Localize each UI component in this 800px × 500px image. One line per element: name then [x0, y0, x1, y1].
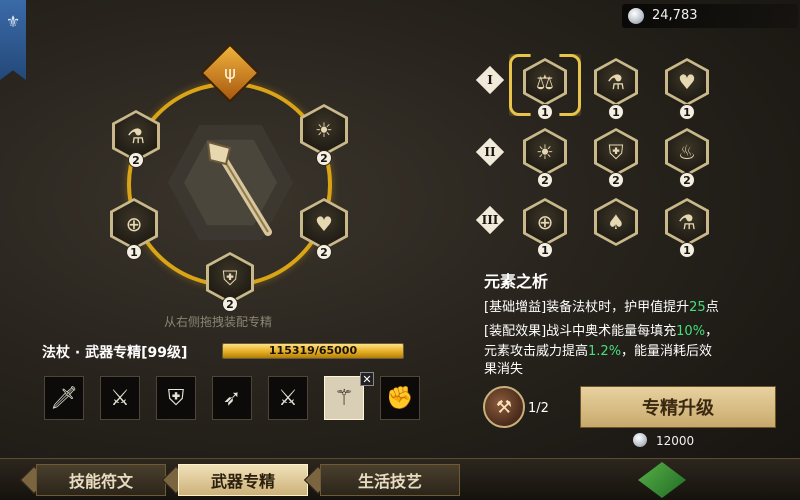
tier-label-3: III — [481, 213, 499, 227]
node-count-badge: 2 — [537, 172, 553, 188]
silver-coin-icon — [633, 433, 647, 447]
potion-icon: ⚗ — [607, 70, 625, 94]
detail-value: 10% — [676, 324, 706, 339]
close-icon[interactable]: ✕ — [360, 372, 374, 386]
short-sword-icon: ⚔ — [110, 385, 130, 411]
detail-line-4: 果消失 — [484, 362, 524, 377]
slot-count-badge: 2 — [316, 150, 332, 166]
detail-text: ， — [705, 324, 719, 339]
slot-count-badge: 1 — [126, 244, 142, 260]
node-count-badge: 2 — [679, 172, 695, 188]
tab-weapon-spec[interactable]: 武器专精 — [178, 464, 308, 496]
material-item-icon[interactable]: ⚒ — [483, 386, 525, 428]
spec-node-swimmer[interactable]: ♨ — [665, 128, 709, 176]
weapon-slot-crossed-swords[interactable]: ⚔ — [268, 376, 308, 420]
detail-text: [装配效果]战斗中奥术能量每填充 — [484, 324, 677, 339]
slot-count-badge: 2 — [222, 296, 238, 312]
silver-coin-icon — [628, 8, 644, 24]
trident-icon: ψ — [224, 62, 236, 84]
slot-count-badge: 2 — [128, 152, 144, 168]
weapon-slot-bow[interactable]: ➶ — [212, 376, 252, 420]
spec-node-potion[interactable]: ⚗ — [594, 58, 638, 106]
node-count-badge: 1 — [679, 104, 695, 120]
detail-value: 1.2% — [588, 344, 622, 359]
spec-node-locked[interactable]: ♠ — [594, 198, 638, 246]
gauntlet-icon: ✊ — [386, 385, 414, 411]
tab-life-skills[interactable]: 生活技艺 — [320, 464, 460, 496]
weapon-slot-short-sword[interactable]: ⚔ — [100, 376, 140, 420]
node-count-badge: 1 — [679, 242, 695, 258]
shield-icon: ⛨ — [608, 140, 624, 164]
slot-count-badge: 2 — [316, 244, 332, 260]
detail-text: 元素攻击威力提高 — [484, 344, 589, 359]
heart-icon: ♥ — [678, 70, 696, 94]
banner-emblem-icon: ⚜ — [5, 12, 21, 31]
material-count: 1/2 — [528, 401, 549, 416]
currency-value: 24,783 — [652, 8, 698, 23]
crosshair-icon: ⊕ — [536, 210, 554, 234]
spec-progress-text: 115319/65000 — [268, 344, 358, 357]
weapon-slot-gauntlet[interactable]: ✊ — [380, 376, 420, 420]
weapon-slot-staff[interactable]: ⚚ — [324, 376, 364, 420]
node-count-badge: 1 — [537, 104, 553, 120]
spec-node-heart[interactable]: ♥ — [665, 58, 709, 106]
node-count-badge: 1 — [537, 242, 553, 258]
detail-value: 25 — [689, 300, 706, 315]
staff-icon: ⚚ — [334, 385, 354, 411]
detail-line-2: [装配效果]战斗中奥术能量每填充10%， — [484, 320, 718, 339]
node-count-badge: 1 — [608, 104, 624, 120]
detail-line-1: [基础增益]装备法杖时，护甲值提升25点 — [484, 296, 719, 315]
sun-creature-icon: ☀ — [536, 140, 554, 164]
tier-label-2: II — [484, 145, 496, 159]
potion-icon: ⚗ — [678, 210, 696, 234]
tab-skill-runes[interactable]: 技能符文 — [36, 464, 166, 496]
flame-icon: ♠ — [607, 210, 625, 234]
upgrade-button[interactable]: 专精升级 — [580, 386, 776, 428]
detail-text: ，能量消耗后效 — [621, 344, 713, 359]
shield-bow-icon: ⛨ — [167, 385, 185, 411]
coin-cost: 12000 — [656, 434, 695, 448]
spec-node-shield[interactable]: ⛨ — [594, 128, 638, 176]
weapon-slot-shield-bow[interactable]: ⛨ — [156, 376, 196, 420]
spec-node-sun-creature[interactable]: ☀ — [523, 128, 567, 176]
detail-title: 元素之析 — [484, 272, 549, 291]
swimmer-icon: ♨ — [678, 140, 696, 164]
bow-icon: ➶ — [222, 385, 242, 411]
staff-weapon-icon — [206, 140, 272, 236]
weapon-spec-label: 法杖 · 武器专精[99级] — [42, 345, 188, 361]
currency-display — [622, 4, 798, 28]
spec-node-potion-2[interactable]: ⚗ — [665, 198, 709, 246]
dagger-icon: 🗡 — [50, 385, 78, 411]
detail-text: 点 — [705, 300, 719, 315]
detail-text: [基础增益]装备法杖时，护甲值提升 — [484, 300, 690, 315]
detail-line-3: 元素攻击威力提高1.2%，能量消耗后效 — [484, 340, 712, 359]
spec-node-crosshair[interactable]: ⊕ — [523, 198, 567, 246]
tier-label-1: I — [487, 73, 493, 87]
crossed-swords-icon: ⚔ — [278, 385, 298, 411]
node-count-badge: 2 — [608, 172, 624, 188]
drag-hint: 从右侧拖拽装配专精 — [164, 315, 273, 329]
weapon-slot-dagger[interactable]: 🗡 — [44, 376, 84, 420]
